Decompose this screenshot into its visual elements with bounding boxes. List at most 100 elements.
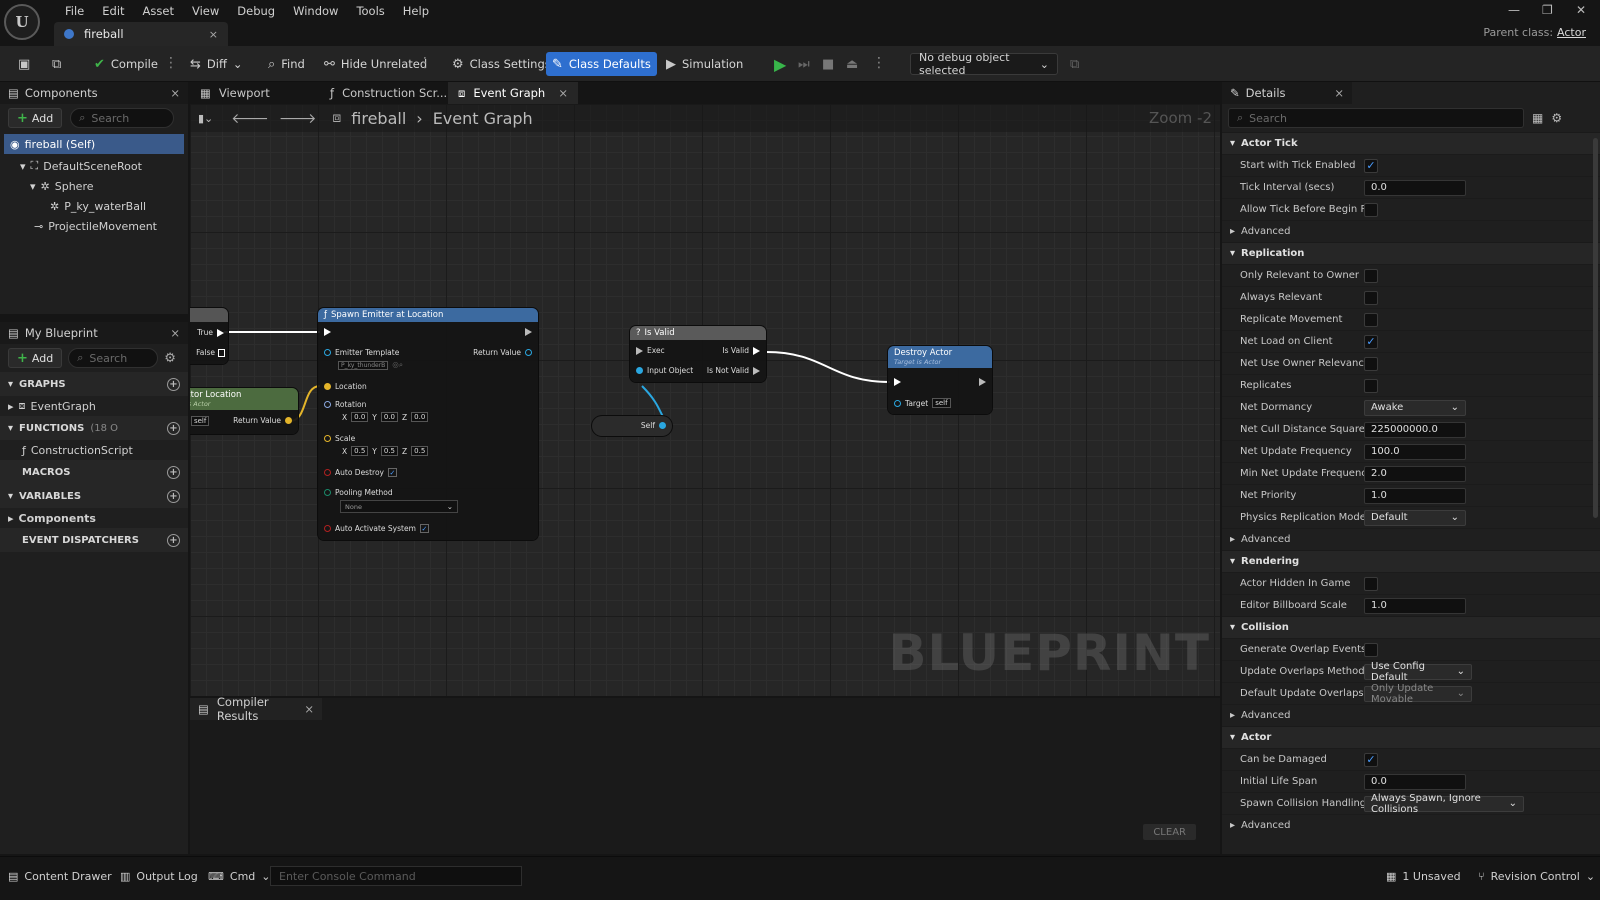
target-pin[interactable]: tself [190,416,210,426]
menu-item-file[interactable]: File [56,2,93,20]
property-checkbox[interactable]: ✓ [1364,334,1378,349]
unsaved-button[interactable]: ▦ 1 Unsaved [1386,865,1461,887]
pooling-method-pin[interactable]: Pooling Method [324,488,393,497]
add-graph-icon[interactable]: + [167,377,180,391]
property-dropdown[interactable]: Awake ⌄ [1364,399,1466,416]
pooling-method-select[interactable]: None ⌄ [340,500,458,513]
tab-construction-script[interactable]: ƒ Construction Scr... [320,82,457,104]
step-button[interactable]: ⏭ [792,52,816,76]
details-category-actor[interactable]: ▾ Actor [1222,726,1600,748]
browse-icon[interactable]: ◎⌕ [392,360,403,370]
rotation-pin[interactable]: Rotation [324,400,366,409]
true-pin[interactable]: True [197,328,224,337]
close-tab-icon[interactable]: × [558,86,568,100]
graphs-section[interactable]: ▾ GRAPHS + [0,372,188,396]
menu-item-window[interactable]: Window [284,2,347,20]
tree-item-scene-root[interactable]: ▾ ⛶ DefaultSceneRoot [0,156,188,176]
tree-item-sphere[interactable]: ▾ ✲ Sphere [0,176,188,196]
simulation-button[interactable]: ▶ Simulation [660,52,749,76]
advanced-expander[interactable]: ▸ Advanced [1222,704,1600,726]
exec-in-pin[interactable] [894,378,901,386]
minimize-icon[interactable]: — [1508,3,1520,17]
event-dispatchers-section[interactable]: EVENT DISPATCHERS + [0,528,188,552]
emitter-template-pin[interactable]: Emitter Template [324,348,399,357]
stop-button[interactable]: ■ [816,52,840,76]
property-dropdown[interactable]: Use Config Default ⌄ [1364,661,1472,683]
list-item-eventgraph[interactable]: ▸ ⧈ EventGraph [0,396,188,416]
list-item-components-category[interactable]: ▸ Components [0,508,188,528]
property-checkbox[interactable] [1364,290,1378,305]
menu-item-tools[interactable]: Tools [347,2,393,20]
property-value-input[interactable]: 1.0 [1364,487,1466,504]
property-checkbox[interactable] [1364,642,1378,657]
class-defaults-button[interactable]: ✎ Class Defaults [546,52,657,76]
property-checkbox[interactable] [1364,378,1378,393]
list-item-construction-script[interactable]: ƒ ConstructionScript [0,440,188,460]
scale-pin[interactable]: Scale [324,434,355,443]
debug-object-select[interactable]: No debug object selected ⌄ [910,51,1058,77]
branch-node[interactable]: True False [190,308,228,364]
target-value[interactable]: self [932,398,951,408]
property-checkbox[interactable]: ✓ [1364,158,1378,173]
document-tab-fireball[interactable]: fireball × [54,22,228,46]
exec-out-pin[interactable] [525,328,532,336]
console-command-input[interactable]: Enter Console Command [270,866,522,886]
property-checkbox[interactable]: ✓ [1364,752,1378,767]
property-checkbox[interactable] [1364,268,1378,283]
property-value-input[interactable]: 0.0 [1364,179,1466,196]
auto-destroy-checkbox[interactable]: ✓ [387,468,397,477]
add-dispatcher-icon[interactable]: + [167,533,180,547]
clear-button[interactable]: CLEAR [1143,824,1196,840]
tree-item-projectile[interactable]: ⊸ ProjectileMovement [0,216,188,236]
menu-item-asset[interactable]: Asset [134,2,183,20]
is-valid-node[interactable]: ? Is Valid Exec Is Valid Input Object Is … [630,326,766,382]
location-pin[interactable]: Location [324,382,367,391]
add-component-button[interactable]: + Add [8,108,63,128]
advanced-expander[interactable]: ▸ Advanced [1222,220,1600,242]
rotation-x[interactable]: 0.0 [351,412,369,422]
eject-button[interactable]: ⏏ [840,52,864,76]
more-options-icon[interactable]: ⋮ [418,56,432,70]
exec-out-pin[interactable] [979,378,986,386]
property-checkbox[interactable] [1364,312,1378,327]
advanced-expander[interactable]: ▸ Advanced [1222,528,1600,550]
close-panel-icon[interactable]: × [170,86,180,100]
self-node[interactable]: Self [592,416,672,436]
debug-browse-button[interactable]: ⧉ [1064,52,1085,76]
diff-button[interactable]: ⇆ Diff ⌄ [184,52,249,76]
details-category-rendering[interactable]: ▾ Rendering [1222,550,1600,572]
table-view-icon[interactable]: ▦ [1532,111,1543,125]
details-scrollbar[interactable] [1593,138,1598,518]
play-options-icon[interactable]: ⋮ [872,56,886,70]
save-button[interactable]: ▣ [12,52,36,76]
close-tab-icon[interactable]: × [209,28,218,41]
graph-canvas[interactable]: ▮⌄ 🡐 🡒 ⧈ fireball › Event Graph Zoom -2 … [190,104,1220,696]
auto-activate-pin[interactable]: Auto Activate System ✓ [324,524,429,533]
rotation-values[interactable]: X 0.0 Y 0.0 Z 0.0 [342,412,429,422]
exec-in-pin[interactable]: Exec [636,346,665,355]
property-checkbox[interactable] [1364,576,1378,591]
advanced-expander[interactable]: ▸ Advanced [1222,814,1600,836]
revision-control-button[interactable]: ⑂ Revision Control ⌄ [1478,865,1595,887]
add-variable-icon[interactable]: + [167,489,180,503]
blueprint-search-input[interactable]: ⌕ Search [68,348,159,368]
is-valid-pin[interactable]: Is Valid [722,346,760,355]
rotation-y[interactable]: 0.0 [380,412,399,422]
tab-viewport[interactable]: ▦ Viewport [190,82,280,104]
get-actor-location-node[interactable]: ctor Location is Actor tself Return Valu… [190,388,298,434]
spawn-emitter-node[interactable]: ƒ Spawn Emitter at Location Emitter Templ… [318,308,538,540]
add-member-button[interactable]: + Add [8,348,63,368]
close-panel-icon[interactable]: × [170,326,180,340]
details-search-input[interactable]: ⌕ Search [1228,108,1524,128]
auto-destroy-pin[interactable]: Auto Destroy ✓ [324,468,397,477]
property-value-input[interactable]: 225000000.0 [1364,421,1466,438]
menu-item-debug[interactable]: Debug [228,2,284,20]
tree-item-self[interactable]: ◉ fireball (Self) [4,134,184,154]
target-value[interactable]: self [190,416,210,426]
compile-button[interactable]: ✔ Compile [88,52,164,76]
settings-gear-icon[interactable]: ⚙ [1551,111,1562,125]
rotation-z[interactable]: 0.0 [411,412,429,422]
components-search-input[interactable]: ⌕ Search [70,108,175,128]
scale-x[interactable]: 0.5 [351,446,369,456]
scale-y[interactable]: 0.5 [380,446,399,456]
